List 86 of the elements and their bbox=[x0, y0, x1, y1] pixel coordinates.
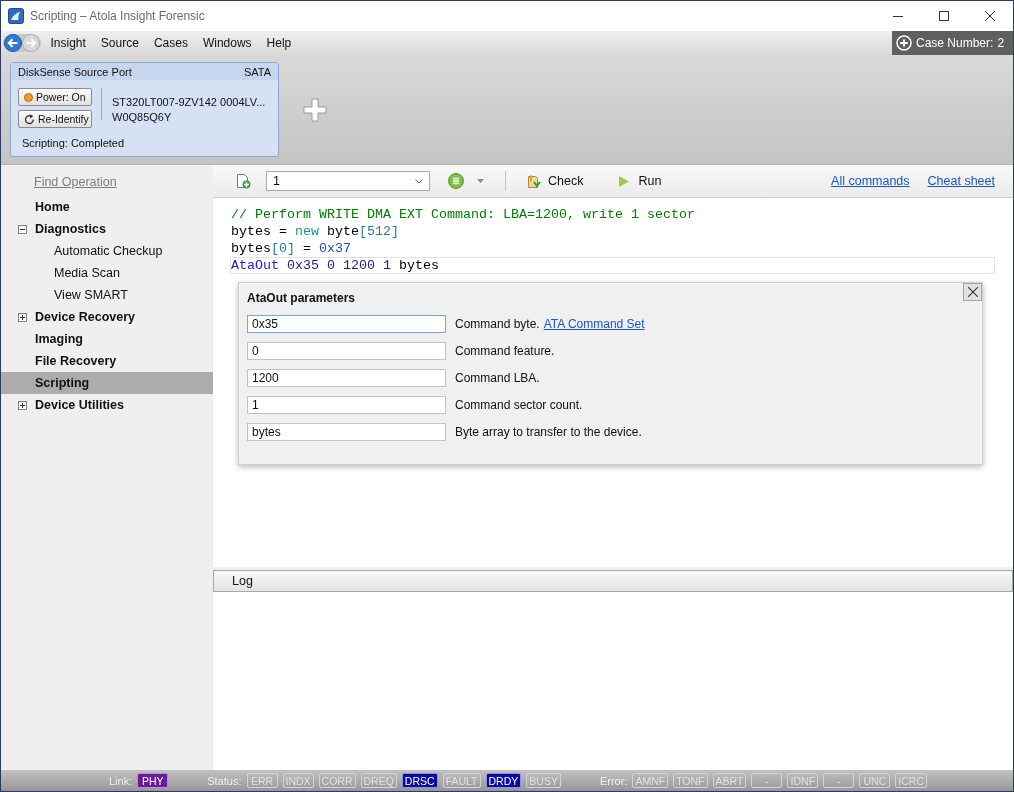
toolbar-link[interactable]: All commands bbox=[831, 174, 910, 188]
status-flag: CORR bbox=[318, 773, 356, 788]
status-flag: IDNF bbox=[787, 773, 819, 788]
refresh-icon bbox=[24, 113, 35, 125]
sidebar-item[interactable]: Automatic Checkup bbox=[1, 240, 213, 262]
menu-item[interactable]: Cases bbox=[146, 33, 196, 53]
status-flag: ICRC bbox=[895, 773, 928, 788]
parameter-description: Command sector count. bbox=[455, 398, 583, 412]
parameter-description: Byte array to transfer to the device. bbox=[455, 425, 642, 439]
status-flag: DRSC bbox=[401, 773, 438, 788]
maximize-icon[interactable] bbox=[939, 11, 949, 21]
check-button[interactable]: Check bbox=[527, 173, 584, 189]
port-status: Scripting: Completed bbox=[21, 137, 126, 149]
chevron-icon bbox=[415, 178, 423, 184]
parameter-field[interactable]: bytes bbox=[247, 423, 446, 441]
status-flag: ERR bbox=[246, 773, 278, 788]
status-flag: DREQ bbox=[360, 773, 397, 788]
close-icon[interactable] bbox=[985, 11, 995, 21]
sidebar-item[interactable]: View SMART bbox=[1, 284, 213, 306]
close-button[interactable] bbox=[963, 283, 982, 301]
menu-item[interactable]: Insight bbox=[43, 33, 94, 53]
collapse-icon[interactable] bbox=[18, 224, 27, 234]
sidebar-item[interactable]: Scripting bbox=[1, 372, 213, 394]
expand-icon[interactable] bbox=[18, 400, 27, 410]
sidebar-item[interactable]: Home bbox=[1, 196, 213, 218]
code-line: bytes[0] = 0x37 bbox=[230, 240, 352, 257]
play-icon bbox=[619, 175, 630, 187]
status-label: Status: bbox=[207, 774, 242, 787]
caret-icon[interactable] bbox=[477, 179, 484, 183]
sidebar-item[interactable]: Media Scan bbox=[1, 262, 213, 284]
list-icon[interactable] bbox=[448, 173, 464, 189]
menu-item[interactable]: Source bbox=[93, 33, 147, 53]
parameter-field[interactable]: 0x35 bbox=[247, 315, 446, 333]
script-select[interactable]: 1 bbox=[266, 171, 430, 191]
status-flag: BUSY bbox=[526, 773, 561, 788]
status-dot-icon bbox=[24, 92, 33, 102]
sidebar-item[interactable]: Device Recovery bbox=[1, 306, 213, 328]
power-button[interactable]: Power: On bbox=[18, 88, 92, 106]
status-label: Error: bbox=[599, 774, 628, 787]
status-flag: UNC bbox=[859, 773, 891, 788]
status-flag: PHY bbox=[137, 773, 169, 788]
interface-label: SATA bbox=[243, 65, 271, 78]
device-info: W0Q85Q6Y bbox=[112, 110, 173, 125]
case-number-label: Case Number: bbox=[916, 36, 994, 50]
status-flag: INDX bbox=[282, 773, 314, 788]
sidebar-item[interactable]: Imaging bbox=[1, 328, 213, 350]
app-logo-icon bbox=[8, 8, 24, 24]
status-label: Link: bbox=[109, 774, 133, 787]
close-icon bbox=[967, 287, 978, 297]
popup-title: AtaOut parameters bbox=[247, 290, 356, 306]
log-header[interactable]: Log bbox=[213, 570, 1013, 592]
status-flag: DRDY bbox=[485, 773, 522, 788]
case-number-value: 2 bbox=[997, 36, 1005, 50]
code-line: bytes = new byte[512] bbox=[230, 223, 400, 240]
run-button[interactable]: Run bbox=[619, 174, 662, 188]
status-flag: AMNF bbox=[632, 773, 669, 788]
status-flag: - bbox=[823, 773, 855, 788]
parameter-description: Command feature. bbox=[455, 344, 555, 358]
sidebar-item[interactable]: File Recovery bbox=[1, 350, 213, 372]
minimize-icon[interactable] bbox=[893, 15, 903, 17]
port-title: DiskSense Source Port bbox=[18, 65, 132, 78]
reference-link[interactable]: ATA Command Set bbox=[543, 317, 645, 331]
parameter-description: Command byte. bbox=[455, 317, 540, 331]
menu-item[interactable]: Help bbox=[259, 33, 299, 53]
code-line: // Perform WRITE DMA EXT Command: LBA=1200, write 1 sector bbox=[230, 206, 696, 223]
menu-item[interactable]: Windows bbox=[195, 33, 260, 53]
status-flag: - bbox=[751, 773, 783, 788]
expand-icon[interactable] bbox=[18, 312, 27, 322]
check-document-icon bbox=[527, 173, 542, 189]
status-flag: FAULT bbox=[442, 773, 481, 788]
parameter-field[interactable]: 1200 bbox=[247, 369, 446, 387]
back-icon[interactable] bbox=[4, 34, 22, 52]
status-flag: TONF bbox=[673, 773, 708, 788]
toolbar-link[interactable]: Cheat sheet bbox=[927, 174, 995, 188]
parameter-field[interactable]: 1 bbox=[247, 396, 446, 414]
new-document-icon[interactable] bbox=[235, 173, 251, 189]
window-title: Scripting – Atola Insight Forensic bbox=[30, 9, 205, 23]
sidebar-item[interactable]: Device Utilities bbox=[1, 394, 213, 416]
parameter-field[interactable]: 0 bbox=[247, 342, 446, 360]
sidebar-item[interactable]: Diagnostics bbox=[1, 218, 213, 240]
status-flag: ABRT bbox=[712, 773, 747, 788]
re-identify-button[interactable]: Re-Identify bbox=[18, 110, 92, 128]
add-circle-icon[interactable] bbox=[896, 35, 912, 51]
parameter-description: Command LBA. bbox=[455, 371, 540, 385]
find-operation-link[interactable]: Find Operation bbox=[1, 171, 213, 193]
device-info: ST320LT007-9ZV142 0004LV... bbox=[112, 95, 266, 110]
